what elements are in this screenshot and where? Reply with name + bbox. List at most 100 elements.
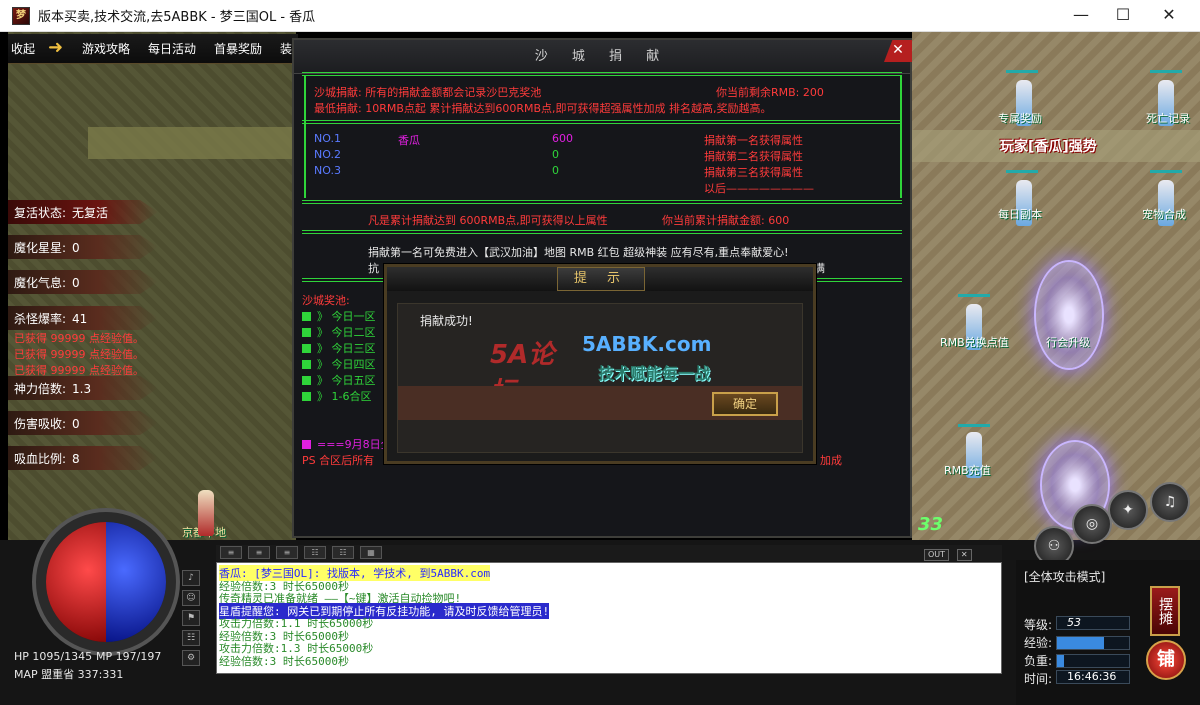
minimize-button[interactable]: —: [1058, 0, 1104, 32]
guild-icon[interactable]: ⚑: [182, 610, 200, 626]
zone-item[interactable]: 》 今日一区: [302, 308, 376, 324]
accumulate-note: 凡是累计捐献达到 600RMB点,即可获得以上属性: [368, 214, 608, 227]
teleport-portal[interactable]: [1034, 260, 1104, 370]
out-buttons: OUT ✕: [924, 546, 976, 561]
zone-item[interactable]: 》 今日四区: [302, 356, 376, 372]
exp-bar: [1056, 636, 1130, 650]
map-readout: MAP 盟重省 337:331: [14, 668, 124, 681]
npc-label[interactable]: 专属奖励: [998, 110, 1042, 126]
stat-revive: 复活状态: 无复活: [8, 200, 158, 224]
exp-bar-fill: [1057, 637, 1104, 649]
out-button[interactable]: OUT: [924, 549, 950, 561]
zone-item[interactable]: 》 今日三区: [302, 340, 376, 356]
skill-button-1[interactable]: ◎: [1072, 504, 1112, 544]
npc-hp-bar: [958, 294, 990, 297]
rank-amount: 0: [552, 164, 559, 177]
panel-title: 沙 城 捐 献: [294, 40, 910, 74]
rank-amount: 0: [552, 148, 559, 161]
chat-close-button[interactable]: ✕: [956, 549, 972, 561]
npc-label[interactable]: RMB兑换点值: [940, 334, 1009, 350]
ps-note-end: 加成: [820, 454, 842, 467]
npc-hp-bar: [1150, 70, 1182, 73]
divider: [302, 72, 902, 76]
rank-no: NO.1: [314, 132, 341, 145]
orb: [46, 522, 166, 642]
prompt-dialog: 提 示 捐献成功! 5A论坛 5ABBK.com 技术赋能每一战 确定: [384, 264, 816, 464]
npc-label[interactable]: 每日副本: [998, 206, 1042, 222]
watermark-site: 5ABBK.com: [582, 332, 712, 356]
load-label: 负重:: [1024, 654, 1053, 668]
chat-log[interactable]: 香瓜: [梦三国OL]: 找版本, 学技术, 到5ABBK.com 经验倍数:3 …: [216, 562, 1002, 674]
stat-damage-absorb: 伤害吸收: 0: [8, 411, 158, 435]
sound-toggle-icon[interactable]: ♫: [1150, 482, 1190, 522]
sound-icon[interactable]: ♪: [182, 570, 200, 586]
dialog-body: 捐献成功! 5A论坛 5ABBK.com 技术赋能每一战 确定: [397, 303, 803, 453]
donation-note: 沙城捐献: 所有的捐献金额都会记录沙巴克奖池: [314, 86, 542, 99]
maximize-button[interactable]: ☐: [1100, 0, 1146, 32]
menu-daily-events[interactable]: 每日活动: [148, 40, 196, 57]
menu-equipment[interactable]: 装: [280, 40, 292, 57]
stall-button[interactable]: 摆摊: [1150, 586, 1180, 636]
attack-mode[interactable]: [全体攻击模式]: [1024, 568, 1105, 585]
chat-tab-icon[interactable]: ≡: [220, 546, 242, 559]
date-line: ===9月8日全: [302, 436, 392, 452]
mp-orb-half: [106, 522, 166, 642]
stat-lifesteal: 吸血比例: 8: [8, 446, 158, 470]
rank-name: 香瓜: [398, 134, 420, 147]
watermark-logo: 5A论坛: [490, 340, 555, 407]
chat-tab-icon[interactable]: ≡: [276, 546, 298, 559]
npc-hp-bar: [1006, 70, 1038, 73]
stat-divine-power: 神力倍数: 1.3: [8, 376, 158, 400]
exp-label: 经验:: [1024, 636, 1053, 650]
menu-first-drop-rewards[interactable]: 首暴奖励: [214, 40, 262, 57]
hp-mp-orb: [12, 488, 182, 656]
npc-label[interactable]: 行会升级: [1046, 334, 1090, 350]
accumulated-amount: 你当前累计捐献金额: 600: [662, 214, 790, 227]
remaining-rmb: 你当前剩余RMB: 200: [716, 86, 824, 99]
settings-icon[interactable]: ⚙: [182, 650, 200, 666]
npc-hp-bar: [1150, 170, 1182, 173]
player-character[interactable]: [198, 490, 214, 536]
zone-item[interactable]: 》 今日二区: [302, 324, 376, 340]
shop-button[interactable]: 铺: [1146, 640, 1186, 680]
level-value: 53: [1056, 616, 1130, 630]
stat-demon-aura: 魔化气息: 0: [8, 270, 158, 294]
hp-readout: HP 1095/1345: [14, 650, 93, 663]
close-window-button[interactable]: ✕: [1146, 0, 1192, 32]
menu-game-guide[interactable]: 游戏攻略: [82, 40, 130, 57]
app-icon: 梦: [12, 6, 30, 25]
rank-reward[interactable]: 捐献第三名获得属性: [704, 164, 803, 180]
mp-readout: MP 197/197: [96, 650, 162, 663]
zone-item[interactable]: 》 1-6合区: [302, 388, 371, 404]
npc-label[interactable]: 死亡记录: [1146, 110, 1190, 126]
time-value: 16:46:36: [1056, 670, 1130, 684]
rank-amount: 600: [552, 132, 573, 145]
first-place-info: 捐献第一名可免费进入【武汉加油】地图 RMB 红包 超级神装 应有尽有,重点奉献…: [368, 246, 789, 259]
group-icon[interactable]: ☷: [182, 630, 200, 646]
chat-tab-icon[interactable]: ▦: [360, 546, 382, 559]
exp-gain-message: 已获得 99999 点经验值。: [14, 332, 144, 345]
chat-tab-icon[interactable]: ☷: [332, 546, 354, 559]
floating-level-number: 33: [918, 514, 944, 535]
time-label: 时间:: [1024, 672, 1053, 686]
min-donation-note: 最低捐献: 10RMB点起 累计捐献达到600RMB点,即可获得超强属性加成 排…: [314, 102, 772, 115]
zone-item[interactable]: 》 今日五区: [302, 372, 376, 388]
top-menu: 收起 ➜ 游戏攻略 每日活动 首暴奖励 装: [8, 34, 298, 64]
chat-tab-icon[interactable]: ☷: [304, 546, 326, 559]
npc-label[interactable]: RMB充值: [944, 462, 991, 478]
ps-note: PS 合区后所有: [302, 454, 375, 467]
skill-button-2[interactable]: ✦: [1108, 490, 1148, 530]
confirm-button[interactable]: 确定: [712, 392, 778, 416]
window-titlebar: 梦 版本买卖,技术交流,去5ABBK - 梦三国OL - 香瓜 — ☐ ✕: [0, 0, 1200, 32]
rank-no: NO.2: [314, 148, 341, 161]
npc-label[interactable]: 宠物合成: [1142, 206, 1186, 222]
exp-gain-message: 已获得 99999 点经验值。: [14, 348, 144, 361]
character-icon[interactable]: ☺: [182, 590, 200, 606]
rank-reward[interactable]: 捐献第二名获得属性: [704, 148, 803, 164]
rank-reward[interactable]: 捐献第一名获得属性: [704, 132, 803, 148]
collapse-menu-button[interactable]: 收起: [11, 40, 35, 57]
chat-tab-icon[interactable]: ≡: [248, 546, 270, 559]
window-title: 版本买卖,技术交流,去5ABBK - 梦三国OL - 香瓜: [38, 10, 316, 25]
npc-hp-bar: [1006, 170, 1038, 173]
collapse-arrow-icon[interactable]: ➜: [48, 37, 72, 59]
